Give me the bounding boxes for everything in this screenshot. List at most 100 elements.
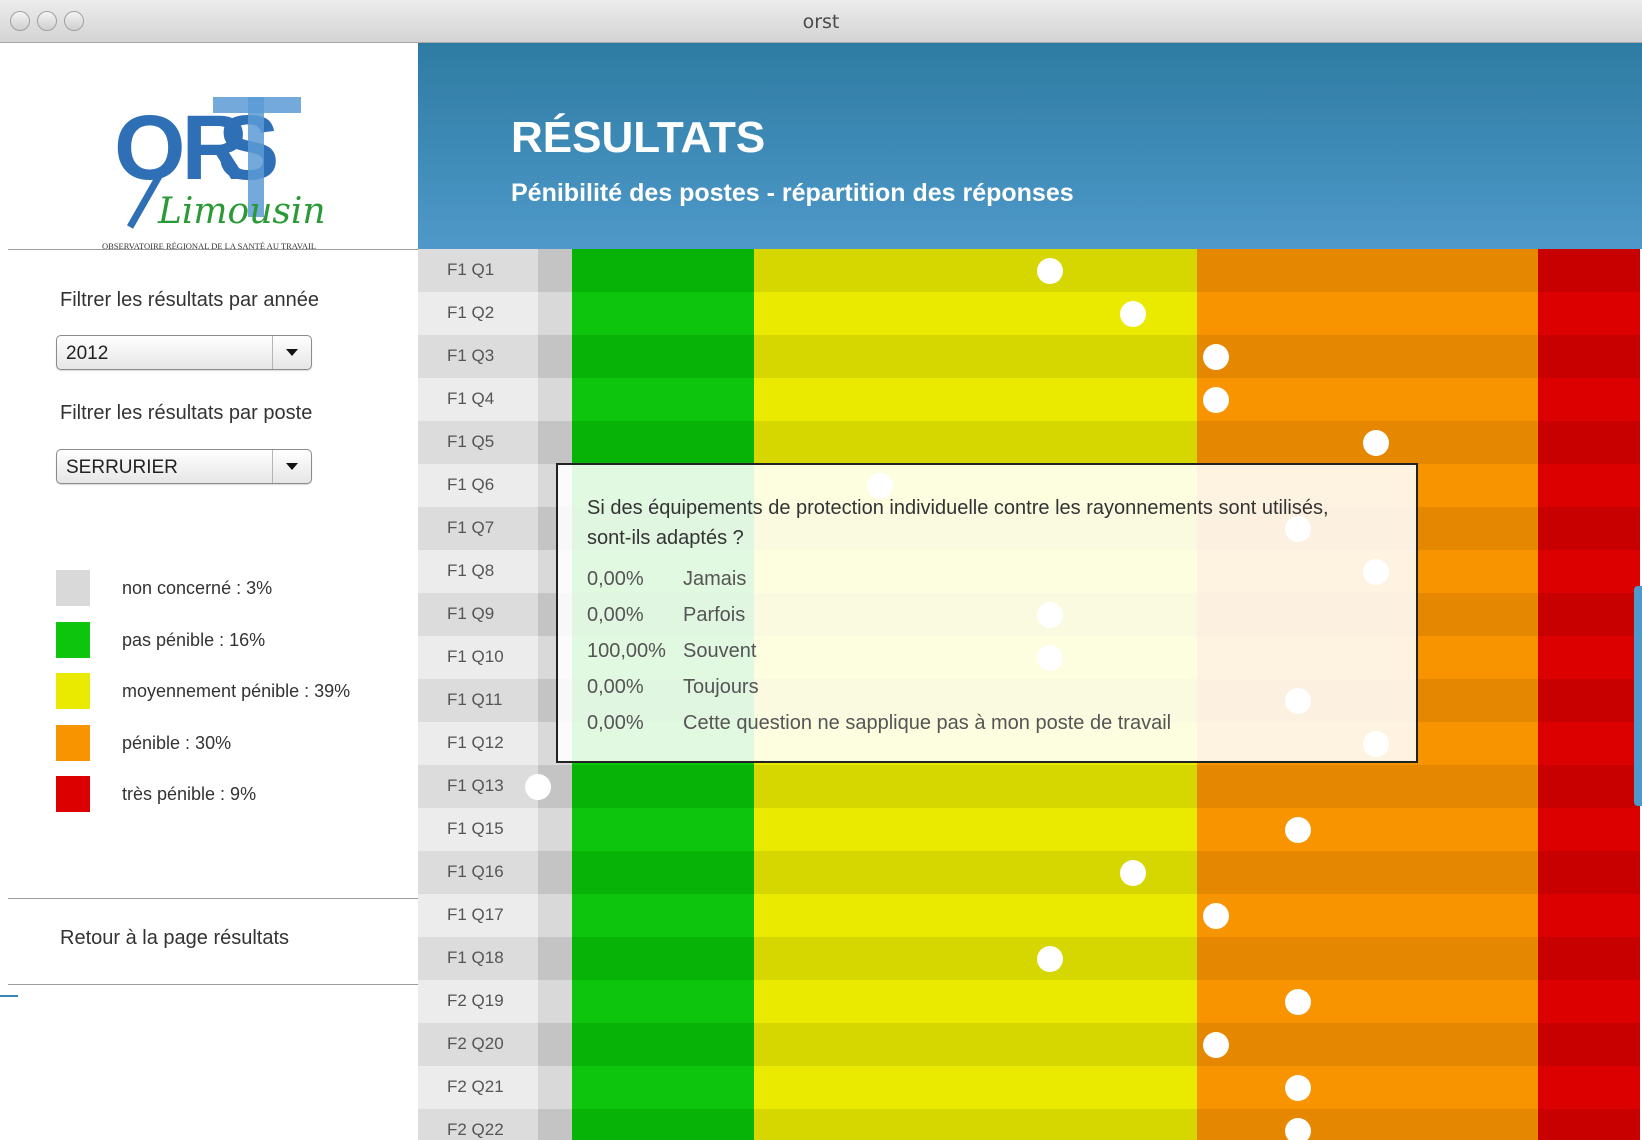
band-segment <box>572 1109 755 1140</box>
row-label-text: F1 Q5 <box>447 432 495 451</box>
band-segment <box>753 808 1198 851</box>
score-dot[interactable] <box>1362 430 1389 456</box>
chart-row[interactable]: F1 Q17 <box>418 894 1642 937</box>
band-segment <box>1196 765 1539 808</box>
tooltip-answer-row: 0,00% Jamais <box>587 568 746 591</box>
score-dot[interactable] <box>525 774 551 800</box>
band-segment <box>1537 894 1641 937</box>
score-dot[interactable] <box>1285 1118 1312 1140</box>
row-label: F1 Q5 <box>418 421 538 464</box>
score-dot[interactable] <box>1202 903 1229 929</box>
question-tooltip: Si des équipements de protection individ… <box>556 463 1418 763</box>
legend-label: moyennement pénible : 39% <box>122 681 351 701</box>
band-segment <box>1537 1109 1641 1140</box>
year-select[interactable]: 2012 <box>56 335 312 370</box>
chevron-down-icon <box>286 349 298 356</box>
chart-row[interactable]: F1 Q16 <box>418 851 1642 894</box>
year-select-toggle[interactable] <box>272 336 311 369</box>
legend-label: très pénible : 9% <box>122 784 257 804</box>
answer-percent: 0,00% <box>587 568 644 590</box>
svg-text:Limousin: Limousin <box>157 191 326 232</box>
row-label: F1 Q17 <box>418 894 538 937</box>
band-segment <box>1196 894 1539 937</box>
band-segment <box>538 1023 573 1066</box>
band-segment <box>1196 851 1539 894</box>
chart-row[interactable]: F1 Q1 <box>418 249 1642 292</box>
chart-row[interactable]: F1 Q4 <box>418 378 1642 421</box>
answer-label: Toujours <box>683 676 759 698</box>
row-label: F1 Q3 <box>418 335 538 378</box>
band-segment <box>753 335 1198 378</box>
band-segment <box>1196 292 1539 335</box>
band-segment <box>1537 1066 1641 1109</box>
band-segment <box>1537 421 1641 464</box>
band-segment <box>572 421 755 464</box>
row-label: F2 Q19 <box>418 980 538 1023</box>
band-segment <box>572 292 755 335</box>
row-label-text: F1 Q13 <box>447 776 504 795</box>
band-segment <box>538 249 573 292</box>
band-segment <box>753 378 1198 421</box>
chart-row[interactable]: F1 Q2 <box>418 292 1642 335</box>
band-segment <box>1537 851 1641 894</box>
page-subtitle: Pénibilité des postes - répartition des … <box>511 179 1074 207</box>
scrollbar[interactable] <box>1634 586 1642 806</box>
score-dot[interactable] <box>1120 860 1147 886</box>
legend-swatch <box>56 725 90 761</box>
chart-row[interactable]: F2 Q21 <box>418 1066 1642 1109</box>
legend-swatch <box>56 776 90 812</box>
band-segment <box>572 851 755 894</box>
year-select-value: 2012 <box>66 343 109 364</box>
row-label-text: F2 Q19 <box>447 991 504 1010</box>
band-segment <box>572 937 755 980</box>
answer-percent: 0,00% <box>587 712 644 734</box>
chart-row[interactable]: F1 Q5 <box>418 421 1642 464</box>
chart-row[interactable]: F1 Q18 <box>418 937 1642 980</box>
score-dot[interactable] <box>1202 1032 1229 1058</box>
band-segment <box>572 249 755 292</box>
band-segment <box>538 1066 573 1109</box>
chart-row[interactable]: F2 Q19 <box>418 980 1642 1023</box>
score-dot[interactable] <box>1202 344 1229 370</box>
band-segment <box>753 1109 1198 1140</box>
band-segment <box>538 335 573 378</box>
band-segment <box>1196 335 1539 378</box>
window-title: orst <box>802 11 840 33</box>
band-segment <box>1537 550 1641 593</box>
row-label: F1 Q15 <box>418 808 538 851</box>
band-segment <box>572 1066 755 1109</box>
band-segment <box>1196 937 1539 980</box>
band-segment <box>1537 464 1641 507</box>
band-segment <box>1537 722 1641 765</box>
row-label-text: F1 Q10 <box>447 647 504 666</box>
band-segment <box>1537 679 1641 722</box>
back-to-results-link[interactable]: Retour à la page résultats <box>60 927 289 950</box>
band-segment <box>538 980 573 1023</box>
chart-row[interactable]: F2 Q20 <box>418 1023 1642 1066</box>
post-select-toggle[interactable] <box>272 450 311 483</box>
score-dot[interactable] <box>1202 387 1229 413</box>
row-label-text: F1 Q8 <box>447 561 495 580</box>
band-segment <box>753 980 1198 1023</box>
chart-row[interactable]: F1 Q13 <box>418 765 1642 808</box>
chart-row[interactable]: F2 Q22 <box>418 1109 1642 1140</box>
band-segment <box>1196 980 1539 1023</box>
tooltip-answer-row: 0,00% Parfois <box>587 604 745 627</box>
page-title: RÉSULTATS <box>511 113 766 162</box>
tooltip-answer-row: 0,00% Toujours <box>587 676 759 699</box>
row-label: F1 Q13 <box>418 765 538 808</box>
band-segment <box>753 249 1198 292</box>
post-select-value: SERRURIER <box>66 457 178 478</box>
band-segment <box>1537 636 1641 679</box>
legend-swatch <box>56 622 90 658</box>
post-select[interactable]: SERRURIER <box>56 449 312 484</box>
row-label: F1 Q2 <box>418 292 538 335</box>
sidebar-divider <box>8 898 418 899</box>
row-label-text: F1 Q18 <box>447 948 504 967</box>
score-dot[interactable] <box>1120 301 1147 327</box>
chart-row[interactable]: F1 Q15 <box>418 808 1642 851</box>
year-filter-label: Filtrer les résultats par année <box>60 289 320 311</box>
answer-percent: 100,00% <box>587 640 666 662</box>
band-segment <box>538 292 573 335</box>
chart-row[interactable]: F1 Q3 <box>418 335 1642 378</box>
